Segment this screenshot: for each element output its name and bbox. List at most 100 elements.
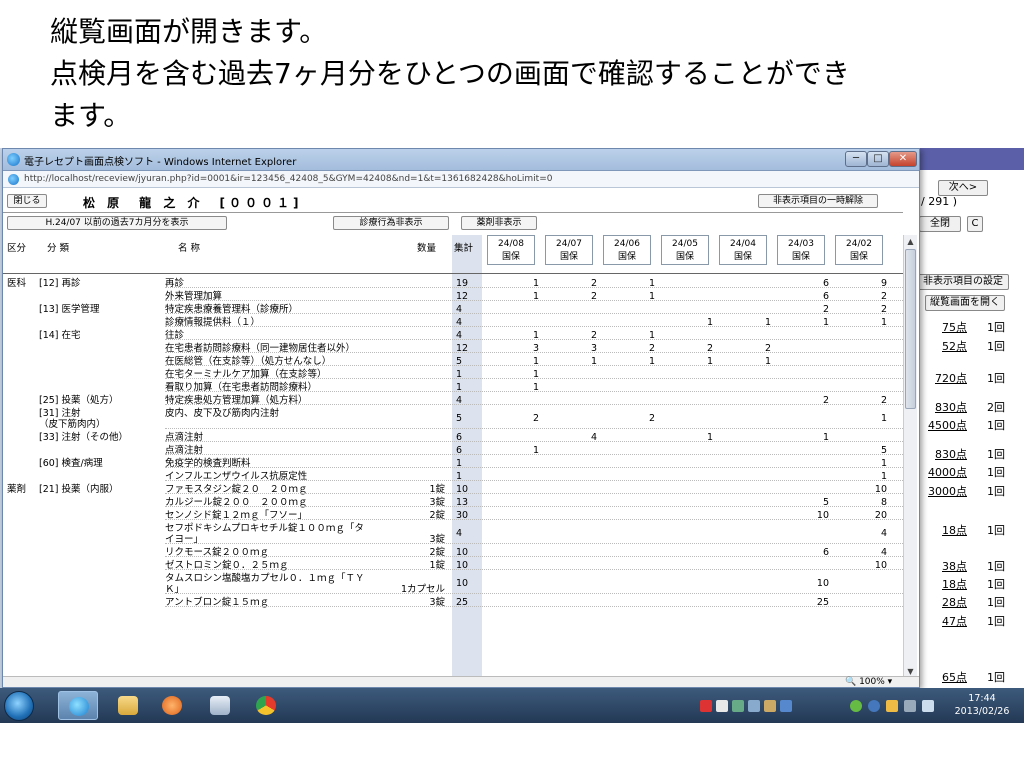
unhide-temporary-button[interactable]: 非表示項目の一時解除 bbox=[758, 194, 878, 208]
points-value[interactable]: 65点 bbox=[923, 669, 967, 685]
tray-icon[interactable] bbox=[732, 700, 744, 712]
hide-yakuzai-button[interactable]: 薬剤非表示 bbox=[461, 216, 537, 230]
points-value[interactable]: 4500点 bbox=[923, 417, 967, 433]
ie-icon bbox=[69, 697, 89, 716]
count-value: 2回 bbox=[987, 401, 1005, 414]
points-value[interactable]: 28点 bbox=[923, 594, 967, 610]
row-divider bbox=[165, 365, 903, 366]
zoom-level[interactable]: 🔍 100% ▾ bbox=[845, 677, 892, 687]
flag-icon[interactable] bbox=[886, 700, 898, 712]
table-row: セフポドキシムプロキセチル錠１００ｍｇ「タ イヨー」 3錠 4 4 bbox=[3, 522, 903, 545]
clock-date: 2013/02/26 bbox=[954, 706, 1010, 717]
close-all-button[interactable]: 全閉 bbox=[919, 216, 961, 232]
minimize-button[interactable]: ─ bbox=[845, 151, 867, 167]
table-row: タムスロシン塩酸塩カプセル０．１ｍｇ「ＴＹ Ｋ」 1カプセル 10 10 bbox=[3, 572, 903, 595]
count-value: 1回 bbox=[987, 466, 1005, 479]
cell-name: セフポドキシムプロキセチル錠１００ｍｇ「タ イヨー」 bbox=[165, 523, 364, 545]
c-button[interactable]: C bbox=[967, 216, 983, 232]
volume-icon[interactable] bbox=[922, 700, 934, 712]
maximize-button[interactable]: □ bbox=[867, 151, 889, 167]
next-button[interactable]: 次へ> bbox=[938, 180, 988, 196]
taskbar: 17:44 2013/02/26 bbox=[0, 688, 1024, 723]
caption-line-3: ます。 bbox=[50, 99, 132, 132]
tray-icon[interactable] bbox=[700, 700, 712, 712]
table-row: [14] 在宅 往診 4 1 2 1 bbox=[3, 329, 903, 341]
cell-month-value: 2 bbox=[532, 413, 539, 424]
table-row: 在医総管（在支診等）（処方せんなし） 5 1 1 1 1 1 bbox=[3, 355, 903, 367]
count-value: 1回 bbox=[987, 615, 1005, 628]
scroll-up-arrow[interactable]: ▲ bbox=[905, 236, 916, 248]
address-url[interactable]: http://localhost/receview/jyuran.php?id=… bbox=[24, 174, 552, 184]
points-value[interactable]: 830点 bbox=[923, 399, 967, 415]
points-value[interactable]: 18点 bbox=[923, 522, 967, 538]
header-suryo: 数量 bbox=[417, 243, 437, 254]
taskbar-ie[interactable] bbox=[58, 691, 98, 720]
cell-month-value: 4 bbox=[880, 528, 887, 539]
close-page-button[interactable]: 閉じる bbox=[7, 194, 47, 208]
chrome-icon bbox=[256, 696, 276, 715]
month-label: 24/05 bbox=[672, 239, 698, 249]
taskbar-explorer[interactable] bbox=[108, 691, 148, 720]
tray-icon[interactable] bbox=[764, 700, 776, 712]
points-value[interactable]: 38点 bbox=[923, 558, 967, 574]
row-divider bbox=[165, 326, 903, 327]
vertical-scrollbar[interactable]: ▲ ▼ bbox=[903, 235, 917, 676]
caption-line-1: 縦覧画面が開きます。 bbox=[50, 15, 328, 48]
tray-icon[interactable] bbox=[850, 700, 862, 712]
scroll-down-arrow[interactable]: ▼ bbox=[905, 666, 916, 676]
row-divider bbox=[165, 287, 903, 288]
table-row: 在宅患者訪問診療料（同一建物居住者以外） 12 3 3 2 2 2 bbox=[3, 342, 903, 354]
row-divider bbox=[165, 556, 903, 557]
open-jyuran-button[interactable]: 縦覧画面を開く bbox=[925, 295, 1005, 311]
clock[interactable]: 17:44 2013/02/26 bbox=[948, 692, 1016, 718]
points-value[interactable]: 47点 bbox=[923, 613, 967, 629]
scroll-thumb[interactable] bbox=[905, 249, 916, 409]
battery-icon[interactable] bbox=[904, 700, 916, 712]
help-icon[interactable] bbox=[780, 700, 792, 712]
hidden-items-setting-button[interactable]: 非表示項目の設定 bbox=[917, 274, 1009, 290]
taskbar-media-player[interactable] bbox=[152, 691, 192, 720]
points-value[interactable]: 18点 bbox=[923, 576, 967, 592]
month-header: 24/07 国保 bbox=[545, 235, 593, 265]
cell-month-value: 2 bbox=[648, 413, 655, 424]
address-bar[interactable]: http://localhost/receview/jyuran.php?id=… bbox=[3, 171, 919, 188]
close-window-button[interactable]: ✕ bbox=[889, 151, 917, 167]
points-value[interactable]: 720点 bbox=[923, 370, 967, 386]
patient-name: 松 原 龍 之 介 [０００１] bbox=[83, 196, 303, 210]
window-title: 電子レセプト画面点検ソフト - Windows Internet Explore… bbox=[24, 157, 297, 168]
table-row: 医科 [12] 再診 再診 19 1 2 1 6 9 bbox=[3, 277, 903, 289]
row-divider bbox=[165, 378, 903, 379]
network-icon[interactable] bbox=[868, 700, 880, 712]
row-divider bbox=[165, 454, 903, 455]
cell-total: 5 bbox=[456, 413, 463, 424]
row-divider bbox=[165, 391, 903, 392]
insurance-label: 国保 bbox=[849, 252, 868, 262]
row-divider bbox=[165, 404, 903, 405]
header-divider bbox=[3, 273, 903, 274]
row-divider bbox=[165, 339, 903, 340]
points-value[interactable]: 830点 bbox=[923, 446, 967, 462]
count-value: 1回 bbox=[987, 671, 1005, 684]
clock-time: 17:44 bbox=[968, 693, 996, 704]
month-header: 24/05 国保 bbox=[661, 235, 709, 265]
count-value: 1回 bbox=[987, 340, 1005, 353]
points-value[interactable]: 3000点 bbox=[923, 483, 967, 499]
cell-month-value: 1 bbox=[880, 413, 887, 424]
show-past-months-button[interactable]: H.24/07 以前の過去7カ月分を表示 bbox=[7, 216, 227, 230]
table-row: 診療情報提供料（１） 4 1 1 1 1 bbox=[3, 316, 903, 328]
points-value[interactable]: 4000点 bbox=[923, 464, 967, 480]
header-total: 集計 bbox=[454, 243, 474, 254]
points-value[interactable]: 52点 bbox=[923, 338, 967, 354]
count-value: 1回 bbox=[987, 578, 1005, 591]
zoom-value: 100% bbox=[859, 677, 885, 687]
taskbar-app[interactable] bbox=[200, 691, 240, 720]
taskbar-chrome[interactable] bbox=[246, 691, 286, 720]
month-label: 24/03 bbox=[788, 239, 814, 249]
tray-icon[interactable] bbox=[748, 700, 760, 712]
ime-icon[interactable] bbox=[716, 700, 728, 712]
hide-shinryo-button[interactable]: 診療行為非表示 bbox=[333, 216, 449, 230]
row-divider bbox=[165, 493, 903, 494]
points-value[interactable]: 75点 bbox=[923, 319, 967, 335]
start-button[interactable] bbox=[4, 691, 34, 721]
cell-bunrui: [31] 注射 （皮下筋肉内） bbox=[39, 408, 106, 430]
